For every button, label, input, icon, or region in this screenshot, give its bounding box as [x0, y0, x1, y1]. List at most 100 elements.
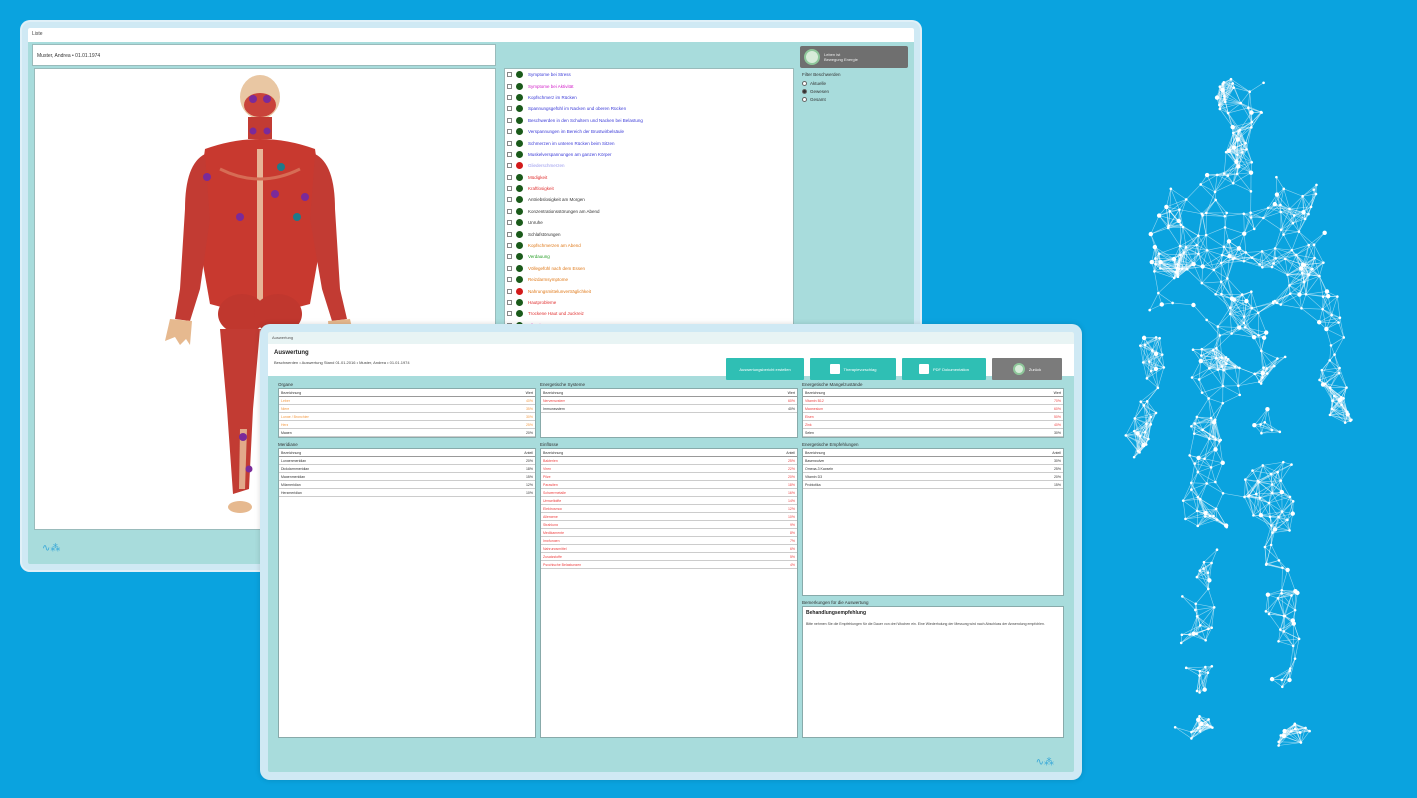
- table-row[interactable]: Dickdarmmeridian 18%: [279, 465, 535, 473]
- symptom-row[interactable]: Verdauung: [505, 251, 793, 262]
- column-header[interactable]: Wert: [1054, 391, 1061, 395]
- expand-toggle-icon[interactable]: [507, 220, 512, 226]
- expand-toggle-icon[interactable]: [507, 94, 512, 100]
- expand-toggle-icon[interactable]: [507, 163, 512, 169]
- symptom-row[interactable]: Müdigkeit: [505, 172, 793, 183]
- symptom-row[interactable]: Schmerzen im unteren Rücken beim Sitzen: [505, 137, 793, 148]
- symptom-row[interactable]: Kopfschmerzen am Abend: [505, 240, 793, 251]
- table-row[interactable]: Viren 22%: [541, 465, 797, 473]
- table-row[interactable]: Magenmeridian 15%: [279, 473, 535, 481]
- table-row[interactable]: Eisen 50%: [803, 413, 1063, 421]
- table-row[interactable]: Parasiten 18%: [541, 481, 797, 489]
- symptom-row[interactable]: Symptome bei Stress: [505, 69, 793, 80]
- expand-toggle-icon[interactable]: [507, 140, 512, 146]
- table-row[interactable]: Basenpulver 30%: [803, 457, 1063, 465]
- brand-button[interactable]: Leben ist Bewegung Energie: [800, 46, 908, 68]
- column-header[interactable]: Bezeichnung: [281, 391, 301, 395]
- table-row[interactable]: Impfungen 7%: [541, 537, 797, 545]
- expand-toggle-icon[interactable]: [507, 83, 512, 89]
- column-header[interactable]: Bezeichnung: [543, 391, 563, 395]
- pdf-button[interactable]: PDF Dokumentation: [902, 358, 986, 380]
- symptom-row[interactable]: Kopfschmerz im Rücken: [505, 92, 793, 103]
- expand-toggle-icon[interactable]: [507, 72, 512, 78]
- column-header[interactable]: Bezeichnung: [805, 391, 825, 395]
- column-header[interactable]: Wert: [526, 391, 533, 395]
- column-header[interactable]: Bezeichnung: [805, 451, 825, 455]
- table-row[interactable]: Elektrosmog 12%: [541, 505, 797, 513]
- table-row[interactable]: Probiotika 15%: [803, 481, 1063, 489]
- create-report-button[interactable]: Auswertungsbericht erstellen: [726, 358, 804, 380]
- radio-icon[interactable]: [802, 96, 807, 102]
- table-row[interactable]: Vitamin B12 70%: [803, 397, 1063, 405]
- systems-grid[interactable]: Bezeichnung Wert Nervensystem 60% Immunsyste…: [540, 388, 798, 438]
- symptom-row[interactable]: Kraftlosigkeit: [505, 183, 793, 194]
- notes-box[interactable]: Behandlungsempfehlung Bitte nehmen Sie d…: [802, 606, 1064, 738]
- symptom-row[interactable]: Symptome bei Aktivität: [505, 80, 793, 91]
- symptom-row[interactable]: Schlafstörungen: [505, 228, 793, 239]
- symptom-row[interactable]: Trockene Haut und Juckreiz: [505, 308, 793, 319]
- expand-toggle-icon[interactable]: [507, 300, 512, 305]
- organs-grid[interactable]: Bezeichnung Wert Leber 40% Niere 35% Lunge / B…: [278, 388, 536, 438]
- symptom-row[interactable]: Nahrungsmittelunverträglichkeit: [505, 285, 793, 296]
- column-header[interactable]: Wert: [788, 391, 795, 395]
- expand-toggle-icon[interactable]: [507, 208, 512, 214]
- symptom-row[interactable]: Gliederschmerzen: [505, 160, 793, 171]
- expand-toggle-icon[interactable]: [507, 243, 512, 249]
- table-row[interactable]: Psychische Belastungen 4%: [541, 561, 797, 569]
- table-row[interactable]: Medikamente 8%: [541, 529, 797, 537]
- symptom-row[interactable]: Reizdarmsymptome: [505, 274, 793, 285]
- radio-icon[interactable]: [802, 80, 807, 86]
- column-header[interactable]: Anteil: [524, 451, 533, 455]
- table-row[interactable]: Magnesium 60%: [803, 405, 1063, 413]
- symptom-row[interactable]: Hautprobleme: [505, 297, 793, 308]
- expand-toggle-icon[interactable]: [507, 186, 512, 192]
- symptom-row[interactable]: Verspannungen im Bereich der Brustwirbel…: [505, 126, 793, 137]
- expand-toggle-icon[interactable]: [507, 288, 512, 294]
- expand-toggle-icon[interactable]: [507, 151, 512, 157]
- table-row[interactable]: Zink 40%: [803, 421, 1063, 429]
- table-row[interactable]: Schwermetalle 16%: [541, 489, 797, 497]
- expand-toggle-icon[interactable]: [507, 117, 512, 123]
- table-row[interactable]: Allergene 10%: [541, 513, 797, 521]
- symptom-row[interactable]: Spannungsgefühl im Nacken und oberen Rüc…: [505, 103, 793, 114]
- symptom-row[interactable]: Völlegefühl nach dem Essen: [505, 263, 793, 274]
- expand-toggle-icon[interactable]: [507, 265, 512, 271]
- symptom-row[interactable]: Konzentrationsstörungen am Abend: [505, 206, 793, 217]
- remedies-grid[interactable]: Bezeichnung Anteil Basenpulver 30% Omega-3 K…: [802, 448, 1064, 596]
- deficiency-grid[interactable]: Bezeichnung Wert Vitamin B12 70% Magnesium 60…: [802, 388, 1064, 438]
- therapy-button[interactable]: Therapievorschlag: [810, 358, 896, 380]
- column-header[interactable]: Bezeichnung: [543, 451, 563, 455]
- symptom-row[interactable]: Muskelverspannungen am ganzen Körper: [505, 149, 793, 160]
- table-row[interactable]: Herzmeridian 10%: [279, 489, 535, 497]
- expand-toggle-icon[interactable]: [507, 231, 512, 237]
- table-row[interactable]: Niere 35%: [279, 405, 535, 413]
- table-row[interactable]: Vitamin D3 20%: [803, 473, 1063, 481]
- table-row[interactable]: Strahlung 9%: [541, 521, 797, 529]
- back-button[interactable]: Zurück: [992, 358, 1062, 380]
- column-header[interactable]: Anteil: [1052, 451, 1061, 455]
- symptom-row[interactable]: Antriebslosigkeit am Morgen: [505, 194, 793, 205]
- filter-option[interactable]: Aktuelle: [802, 79, 912, 87]
- filter-option[interactable]: Gewesen: [802, 87, 912, 95]
- symptom-list[interactable]: Symptome bei Stress Symptome bei Aktivitä…: [504, 68, 794, 348]
- table-row[interactable]: Immunsystem 40%: [541, 405, 797, 413]
- expand-toggle-icon[interactable]: [507, 197, 512, 203]
- column-header[interactable]: Bezeichnung: [281, 451, 301, 455]
- table-row[interactable]: Lungenmeridian 20%: [279, 457, 535, 465]
- expand-toggle-icon[interactable]: [507, 129, 512, 135]
- symptom-row[interactable]: Unruhe: [505, 217, 793, 228]
- table-row[interactable]: Umweltgifte 14%: [541, 497, 797, 505]
- table-row[interactable]: Magen 20%: [279, 429, 535, 437]
- table-row[interactable]: Selen 30%: [803, 429, 1063, 437]
- expand-toggle-icon[interactable]: [507, 311, 512, 317]
- meridians-grid[interactable]: Bezeichnung Anteil Lungenmeridian 20% Dickda…: [278, 448, 536, 738]
- table-row[interactable]: Pilze 20%: [541, 473, 797, 481]
- table-row[interactable]: Herz 25%: [279, 421, 535, 429]
- expand-toggle-icon[interactable]: [507, 174, 512, 180]
- expand-toggle-icon[interactable]: [507, 277, 512, 283]
- table-row[interactable]: Zusatzstoffe 5%: [541, 553, 797, 561]
- table-row[interactable]: Milzmeridian 12%: [279, 481, 535, 489]
- table-row[interactable]: Lunge / Bronchien 30%: [279, 413, 535, 421]
- table-row[interactable]: Bakterien 25%: [541, 457, 797, 465]
- table-row[interactable]: Nahrungsmittel 6%: [541, 545, 797, 553]
